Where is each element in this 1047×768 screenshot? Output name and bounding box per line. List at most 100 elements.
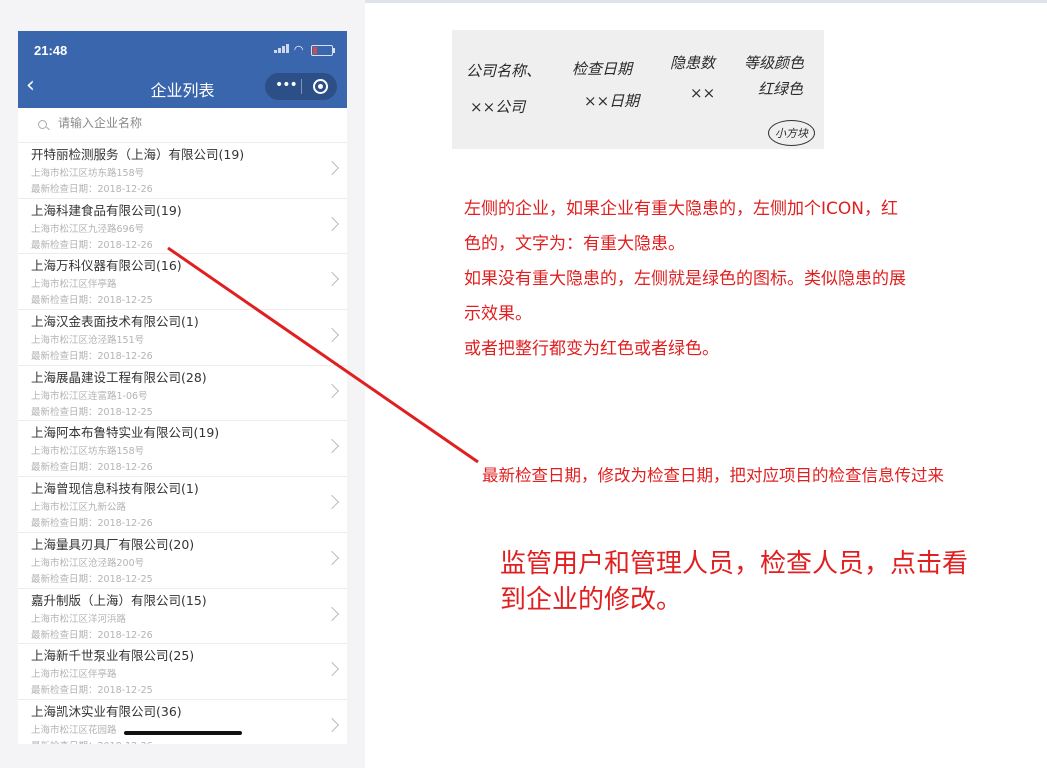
- company-address: 上海市松江区沧泾路151号: [31, 335, 145, 347]
- company-name: 上海万科仪器有限公司(16): [31, 258, 182, 274]
- close-target-icon[interactable]: [313, 79, 328, 94]
- company-name: 上海新千世泵业有限公司(25): [31, 648, 195, 664]
- nav-bar: ‹ 企业列表 •••: [18, 67, 347, 108]
- company-name: 上海汉金表面技术有限公司(1): [31, 314, 199, 330]
- annotation-icon-requirement: 左侧的企业，如果企业有重大隐患的，左侧加个ICON，红 色的，文字为：有重大隐患…: [464, 192, 1004, 367]
- list-item[interactable]: 嘉升制版（上海）有限公司(15) 上海市松江区洋河浜路 最新检查日期：2018-12…: [18, 589, 347, 645]
- hw-col1-head: 公司名称、: [466, 62, 542, 80]
- chevron-right-icon: [324, 606, 340, 621]
- inspection-date: 最新检查日期：2018-12-26: [31, 237, 153, 251]
- company-name: 嘉升制版（上海）有限公司(15): [31, 592, 207, 608]
- inspection-date-label: 最新检查日期：: [31, 351, 98, 363]
- hw-col4-value: 红绿色: [758, 80, 804, 98]
- list-item[interactable]: 上海凯沐实业有限公司(36) 上海市松江区花园路最新检查日期：2018-12-26: [18, 700, 347, 744]
- inspection-date: 最新检查日期：2018-12-26: [31, 459, 153, 473]
- chevron-right-icon: [324, 550, 340, 565]
- company-address: 上海市松江区坊东路158号: [31, 446, 145, 458]
- note1-line: 色的，文字为：有重大隐患。: [464, 234, 685, 254]
- company-address: 上海市松江区九新公路: [31, 502, 127, 514]
- list-item[interactable]: 上海量具刃具厂有限公司(20) 上海市松江区沧泾路200号 最新检查日期：2018-…: [18, 533, 347, 589]
- company-address: 上海市松江区花园路: [31, 724, 117, 736]
- chevron-right-icon: [324, 272, 340, 287]
- company-address: 上海市松江区沧泾路200号: [31, 557, 145, 569]
- hw-col3-head: 隐患数: [670, 54, 716, 72]
- inspection-date: 最新检查日期：2018-12-26: [31, 738, 153, 744]
- list-item[interactable]: 上海科建食品有限公司(19) 上海市松江区九泾路696号 最新检查日期：2018-1…: [18, 199, 347, 255]
- hw-col2-head: 检查日期: [572, 60, 633, 78]
- inspection-date: 最新检查日期：2018-12-26: [31, 348, 153, 362]
- inspection-date-label: 最新检查日期：: [31, 518, 98, 530]
- company-name: 上海量具刃具厂有限公司(20): [31, 536, 195, 552]
- signal-icon: [274, 44, 290, 53]
- inspection-date-value: 2018-12-26: [97, 239, 153, 251]
- list-item[interactable]: 上海展晶建设工程有限公司(28) 上海市松江区连富路1-06号 最新检查日期：201…: [18, 366, 347, 422]
- wifi-icon: ◠: [293, 43, 304, 56]
- inspection-date-label: 最新检查日期：: [31, 629, 98, 641]
- search-bar: [18, 108, 347, 143]
- annotation-permission: 监管用户和管理人员，检查人员，点击看 到企业的修改。: [500, 546, 968, 618]
- chevron-right-icon: [324, 383, 340, 398]
- list-item[interactable]: 上海阿本布鲁特实业有限公司(19) 上海市松江区坊东路158号 最新检查日期：201…: [18, 421, 347, 478]
- inspection-date-value: 2018-12-26: [97, 184, 153, 195]
- capsule-divider: [301, 79, 302, 94]
- hw-signature: 小方块: [768, 120, 815, 146]
- inspection-date: 最新检查日期：2018-12-25: [31, 292, 153, 306]
- inspection-date-label: 最新检查日期：: [31, 295, 98, 307]
- list-item[interactable]: 上海万科仪器有限公司(16) 上海市松江区伴亭路 最新检查日期：2018-12-25: [18, 254, 347, 311]
- hw-col4-head: 等级颜色: [744, 54, 805, 72]
- company-address: 上海市松江区九泾路696号: [31, 223, 145, 235]
- note1-line: 左侧的企业，如果企业有重大隐患的，左侧加个ICON，红: [464, 199, 898, 219]
- inspection-date: 最新检查日期：2018-12-25: [31, 404, 153, 418]
- inspection-date: 最新检查日期：2018-12-25: [31, 682, 153, 696]
- hw-col2-value: ××日期: [584, 92, 640, 110]
- hw-col1-value: ××公司: [470, 98, 526, 116]
- inspection-date: 最新检查日期：2018-12-26: [31, 181, 153, 195]
- status-time: 21:48: [34, 43, 68, 58]
- company-name: 上海展晶建设工程有限公司(28): [31, 369, 207, 385]
- status-bar: 21:48 ◠: [18, 31, 347, 67]
- inspection-date: 最新检查日期：2018-12-26: [31, 515, 153, 529]
- battery-icon: [311, 44, 335, 56]
- inspection-date-label: 最新检查日期：: [31, 741, 98, 744]
- inspection-date-label: 最新检查日期：: [31, 462, 98, 474]
- inspection-date-value: 2018-12-25: [97, 295, 153, 307]
- note1-line: 或者把整行都变为红色或者绿色。: [464, 339, 719, 359]
- search-icon: [38, 120, 47, 129]
- company-list: 开特丽检测服务（上海）有限公司(19) 上海市松江区坊东路158号 最新检查日期：2…: [18, 143, 347, 744]
- chevron-right-icon: [324, 160, 340, 176]
- company-address: 上海市松江区洋河浜路: [31, 613, 127, 625]
- inspection-date-value: 2018-12-25: [97, 685, 153, 697]
- note1-line: 如果没有重大隐患的，左侧就是绿色的图标。类似隐患的展: [464, 269, 906, 289]
- list-item[interactable]: 上海新千世泵业有限公司(25) 上海市松江区伴亭路 最新检查日期：2018-12-2…: [18, 644, 347, 700]
- phone-screen: 21:48 ◠ ‹ 企业列表 ••• 开特丽检测服务（上海）有限公司(19) 上海…: [18, 31, 347, 744]
- list-item[interactable]: 上海汉金表面技术有限公司(1) 上海市松江区沧泾路151号 最新检查日期：2018-…: [18, 310, 347, 366]
- list-item[interactable]: 开特丽检测服务（上海）有限公司(19) 上海市松江区坊东路158号 最新检查日期：2…: [18, 143, 347, 199]
- inspection-date-value: 2018-12-26: [97, 518, 153, 530]
- inspection-date-value: 2018-12-25: [97, 406, 153, 418]
- company-address: 上海市松江区伴亭路: [31, 669, 117, 681]
- company-name: 上海阿本布鲁特实业有限公司(19): [31, 425, 220, 441]
- chevron-right-icon: [324, 439, 340, 454]
- chevron-right-icon: [324, 216, 340, 231]
- inspection-date-label: 最新检查日期：: [31, 685, 98, 697]
- company-address: 上海市松江区连富路1-06号: [31, 390, 148, 402]
- company-address: 上海市松江区坊东路158号: [31, 168, 145, 179]
- inspection-date-label: 最新检查日期：: [31, 239, 98, 251]
- company-name: 上海曾现信息科技有限公司(1): [31, 481, 199, 497]
- inspection-date-label: 最新检查日期：: [31, 406, 98, 418]
- company-name: 上海凯沐实业有限公司(36): [31, 703, 182, 719]
- inspection-date-label: 最新检查日期：: [31, 184, 98, 195]
- company-name: 上海科建食品有限公司(19): [31, 202, 182, 218]
- annotation-date-change: 最新检查日期，修改为检查日期，把对应项目的检查信息传过来: [482, 466, 944, 485]
- inspection-date-label: 最新检查日期：: [31, 573, 98, 585]
- note1-line: 示效果。: [464, 304, 532, 324]
- handwritten-note-photo: 公司名称、 检查日期 隐患数 等级颜色 ××公司 ××日期 ×× 红绿色 小方块: [452, 30, 824, 149]
- chevron-right-icon: [324, 327, 340, 343]
- chevron-right-icon: [324, 717, 340, 732]
- search-input[interactable]: [58, 116, 328, 130]
- note3-line: 监管用户和管理人员，检查人员，点击看: [500, 549, 969, 579]
- list-item[interactable]: 上海曾现信息科技有限公司(1) 上海市松江区九新公路 最新检查日期：2018-12-…: [18, 477, 347, 533]
- more-icon[interactable]: •••: [275, 77, 298, 93]
- inspection-date-value: 2018-12-25: [97, 573, 153, 585]
- system-icons: ◠: [274, 43, 335, 56]
